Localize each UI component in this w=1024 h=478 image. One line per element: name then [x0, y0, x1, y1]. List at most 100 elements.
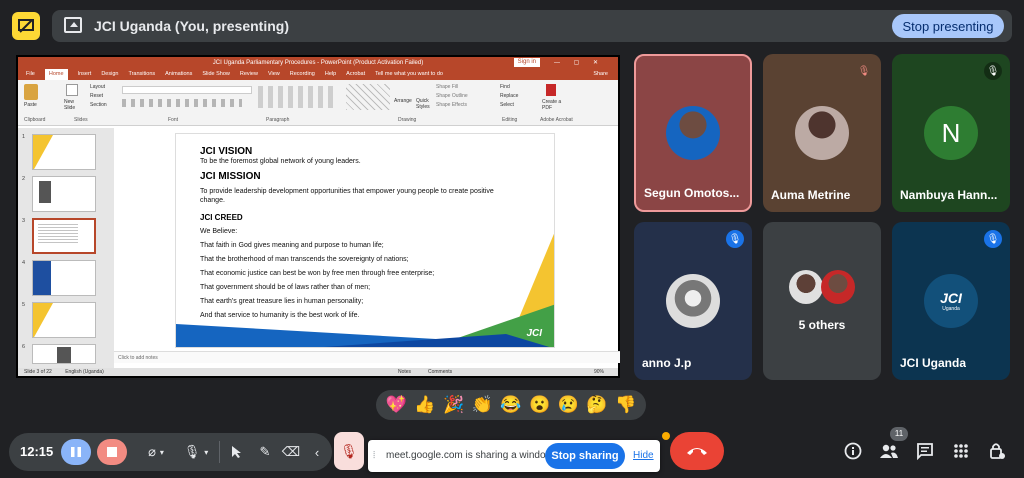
participant-tile-others[interactable]: 5 others [763, 222, 881, 380]
menu-tell-me[interactable]: Tell me what you want to do [375, 69, 443, 80]
chat-button[interactable] [912, 438, 938, 464]
arrange-button[interactable]: Arrange [394, 98, 412, 104]
pen-tool-button[interactable]: ✎ [253, 439, 277, 465]
menu-animations[interactable]: Animations [165, 69, 192, 80]
menu-home[interactable]: Home [44, 69, 68, 80]
reaction-surprised[interactable]: 😮 [529, 395, 550, 415]
people-button[interactable] [876, 438, 902, 464]
participant-tile-auma[interactable]: 🎙 Auma Metrine [763, 54, 881, 212]
slide-thumbnail[interactable] [32, 176, 96, 212]
others-count-label: 5 others [798, 318, 846, 332]
stop-presenting-button[interactable]: Stop presenting [892, 14, 1004, 38]
participant-name: JCI Uganda [900, 356, 967, 370]
mic-toggle-button[interactable]: 🎙 [334, 432, 364, 470]
status-slide-count: Slide 3 of 22 [24, 369, 52, 375]
host-controls-button[interactable] [984, 438, 1010, 464]
shape-effects-button[interactable]: Shape Effects [436, 102, 467, 108]
ppt-window-controls[interactable]: — ▢ ✕ [554, 57, 604, 69]
reset-button[interactable]: Reset [90, 93, 103, 99]
select-button[interactable]: Select [500, 102, 514, 108]
create-pdf-icon[interactable] [546, 84, 556, 96]
stop-sharing-button[interactable]: Stop sharing [545, 443, 625, 469]
quick-styles-button[interactable]: Quick Styles [416, 98, 430, 110]
status-comments-button[interactable]: Comments [428, 368, 452, 376]
reaction-thumbs-down[interactable]: 👎 [615, 395, 636, 415]
shape-outline-button[interactable]: Shape Outline [436, 93, 468, 99]
slide-thumbnail[interactable] [32, 260, 96, 296]
reaction-clapping[interactable]: 👏 [472, 395, 493, 415]
reaction-sad[interactable]: 😢 [558, 395, 579, 415]
end-call-icon [687, 448, 707, 455]
meet-present-icon[interactable] [12, 12, 40, 40]
menu-help[interactable]: Help [325, 69, 336, 80]
pointer-tool-button[interactable] [225, 439, 249, 465]
leave-call-button[interactable] [670, 432, 724, 470]
lock-person-icon [990, 443, 1005, 459]
paragraph-buttons[interactable] [258, 86, 338, 108]
mic-off-dropdown[interactable]: 🎙 ▾ [179, 439, 213, 465]
slide-thumbnail-selected[interactable] [32, 218, 96, 254]
participant-tile-anno[interactable]: 🎙 anno J.p [634, 222, 752, 380]
camera-off-dropdown[interactable]: ⌀ ▾ [139, 439, 173, 465]
activities-button[interactable] [948, 438, 974, 464]
chevron-left-icon: ‹ [314, 444, 320, 460]
group-clipboard: Clipboard [24, 117, 46, 123]
stop-recording-button[interactable] [97, 439, 127, 465]
avatar [821, 270, 855, 304]
info-icon [844, 442, 862, 460]
ppt-title-bar: JCI Uganda Parliamentary Procedures - Po… [18, 57, 618, 69]
menu-view[interactable]: View [268, 69, 280, 80]
create-pdf-label[interactable]: Create a PDF [542, 99, 562, 111]
slide-thumbnail[interactable] [32, 344, 96, 364]
slide-thumbnail[interactable] [32, 134, 96, 170]
participant-name: anno J.p [642, 356, 692, 370]
replace-button[interactable]: Replace [500, 93, 518, 99]
reaction-party-popper[interactable]: 🎉 [443, 395, 464, 415]
menu-recording[interactable]: Recording [290, 69, 315, 80]
slide-thumbnail[interactable] [32, 302, 96, 338]
find-button[interactable]: Find [500, 84, 510, 90]
broom-icon: ⌫ [281, 444, 301, 459]
menu-slideshow[interactable]: Slide Show [202, 69, 230, 80]
shape-fill-button[interactable]: Shape Fill [436, 84, 458, 90]
collapse-button[interactable]: ‹ [307, 439, 327, 465]
section-button[interactable]: Section [90, 102, 107, 108]
shapes-gallery[interactable] [346, 84, 390, 110]
ppt-share-button[interactable]: Share [593, 69, 608, 80]
participant-tile-jci-uganda[interactable]: 🎙 JCI Uganda JCI Uganda [892, 222, 1010, 380]
paste-icon[interactable] [24, 84, 38, 100]
mic-off-icon: 🎙 [726, 230, 744, 248]
menu-transitions[interactable]: Transitions [128, 69, 155, 80]
reaction-sparkling-heart[interactable]: 💖 [386, 395, 407, 415]
menu-insert[interactable]: Insert [78, 69, 92, 80]
new-slide-icon[interactable] [66, 84, 78, 96]
reaction-thumbs-up[interactable]: 👍 [414, 395, 435, 415]
status-notes-button[interactable]: Notes [398, 368, 411, 376]
participant-tile-segun[interactable]: Segun Omotos... [634, 54, 752, 212]
menu-design[interactable]: Design [101, 69, 118, 80]
avatar-initial: N [924, 106, 978, 160]
hide-link[interactable]: Hide [633, 450, 654, 461]
meeting-details-button[interactable] [840, 438, 866, 464]
menu-review[interactable]: Review [240, 69, 258, 80]
current-slide[interactable]: JCI VISION To be the foremost global net… [175, 133, 555, 348]
pause-button[interactable] [61, 439, 91, 465]
ppt-window-title: JCI Uganda Parliamentary Procedures - Po… [212, 60, 424, 66]
menu-acrobat[interactable]: Acrobat [346, 69, 365, 80]
avatar-logo: JCI Uganda [924, 274, 978, 328]
menu-file[interactable]: File [26, 69, 35, 80]
notes-pane[interactable]: Click to add notes [114, 351, 620, 363]
clear-tool-button[interactable]: ⌫ [279, 439, 303, 465]
drag-handle-icon[interactable]: ⦙ [373, 450, 375, 461]
font-format-buttons[interactable] [122, 99, 242, 107]
reaction-thinking[interactable]: 🤔 [586, 395, 607, 415]
font-name-box[interactable] [122, 86, 252, 94]
jci-logo-text: JCI [940, 290, 962, 306]
zoom-level[interactable]: 90% [594, 368, 604, 376]
ppt-signin-button[interactable]: Sign in [513, 58, 540, 67]
participant-tile-nambuya[interactable]: 🎙 N Nambuya Hann... [892, 54, 1010, 212]
layout-button[interactable]: Layout [90, 84, 105, 90]
reaction-laughing[interactable]: 😂 [500, 395, 521, 415]
ppt-menu-bar: File Home Insert Design Transitions Anim… [18, 69, 618, 80]
shared-powerpoint-window: JCI Uganda Parliamentary Procedures - Po… [16, 55, 620, 378]
